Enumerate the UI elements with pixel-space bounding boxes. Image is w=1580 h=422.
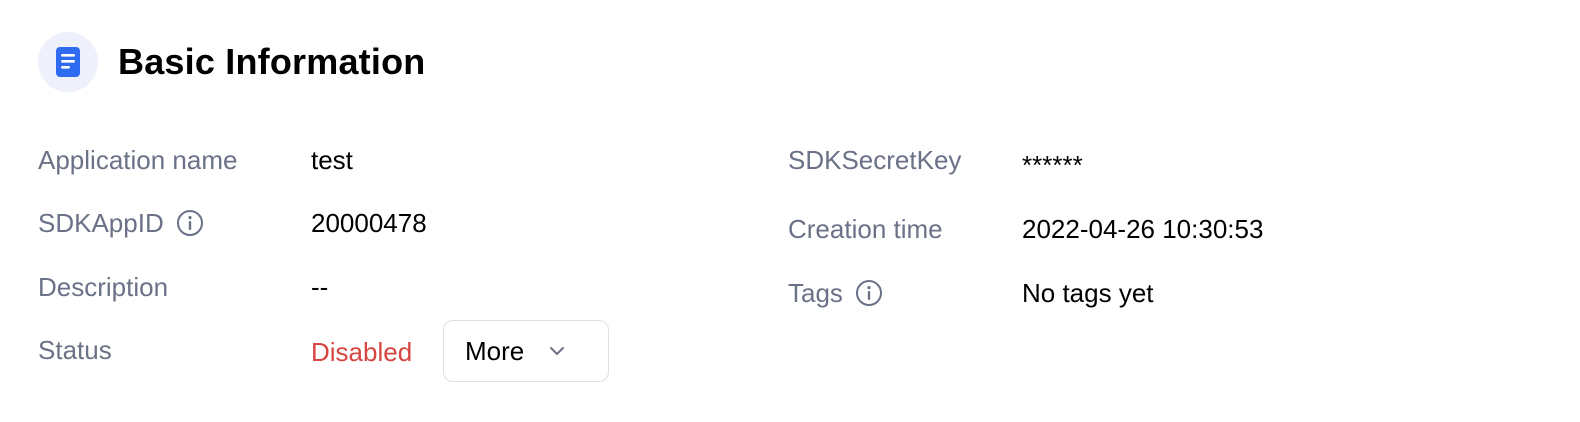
tags-label-text: Tags	[788, 277, 843, 308]
sdk-app-id-label: SDKAppID	[38, 208, 204, 239]
creation-time-value: 2022-04-26 10:30:53	[1022, 213, 1264, 244]
field-description: Description	[38, 265, 168, 309]
tags-value: No tags yet	[1022, 277, 1154, 308]
tags-label: Tags	[788, 278, 883, 309]
sdk-secret-key-value: ******	[1022, 149, 1083, 180]
status-label: Status	[38, 334, 112, 365]
sdk-secret-key-label: SDKSecretKey	[788, 144, 962, 175]
field-creation-time: Creation time	[788, 207, 943, 251]
page-title: Basic Information	[118, 41, 426, 82]
application-name-label: Application name	[38, 144, 238, 175]
sdk-app-id-label-text: SDKAppID	[38, 207, 164, 238]
field-status: Status	[38, 328, 112, 372]
field-sdk-secret-key: SDKSecretKey	[788, 138, 961, 182]
more-dropdown-button[interactable]: More	[443, 320, 609, 382]
info-icon[interactable]	[855, 279, 883, 307]
sdk-app-id-value: 20000478	[311, 207, 427, 238]
chevron-down-icon	[548, 342, 566, 360]
application-name-value: test	[311, 144, 353, 175]
description-label: Description	[38, 271, 169, 302]
field-sdk-app-id: SDKAppID	[38, 201, 204, 245]
field-tags: Tags	[788, 271, 883, 315]
field-application-name: Application name	[38, 138, 237, 182]
more-button-label: More	[465, 335, 525, 366]
status-value: Disabled	[311, 336, 413, 367]
creation-time-label: Creation time	[788, 213, 943, 244]
section-header: Basic Information	[38, 32, 425, 92]
description-value: --	[311, 271, 329, 302]
document-icon	[38, 32, 98, 92]
info-icon[interactable]	[176, 209, 204, 237]
